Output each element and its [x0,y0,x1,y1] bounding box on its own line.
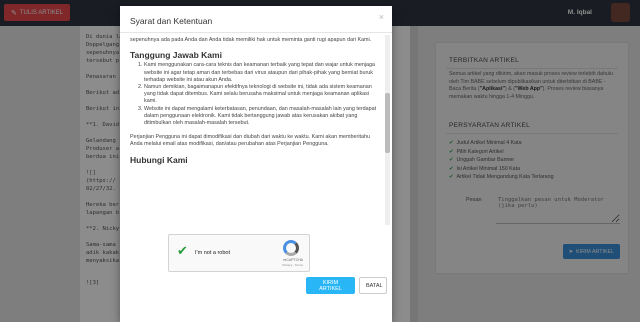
terms-content: sepenuhnya ada pada Anda dan Anda tidak … [130,33,378,164]
terms-paragraph: sepenuhnya ada pada Anda dan Anda tidak … [130,37,372,43]
recaptcha-terms[interactable]: Privacy - Terms [282,263,303,267]
terms-paragraph: Perjanjian Pengguna ini dapat dimodifika… [130,134,371,148]
checkmark-icon[interactable]: ✔ [177,243,188,259]
section-heading: Hubungi Kami [130,154,188,165]
responsibility-list: Kami menggunakan cara-cara teknis dan ke… [130,62,378,127]
list-item: Kami menggunakan cara-cara teknis dan ke… [144,62,378,84]
cancel-button[interactable]: BATAL [359,277,387,294]
terms-modal: Syarat dan Ketentuan × sepenuhnya ada pa… [120,6,392,322]
captcha-label: I'm not a robot [195,250,230,256]
recaptcha-logo-icon [283,240,299,256]
modal-scrollbar-thumb[interactable] [385,93,390,153]
list-item: Namun demikian, bagaimanapun efektifnya … [144,84,378,106]
terms-scroll-area[interactable]: sepenuhnya ada pada Anda dan Anda tidak … [120,33,392,229]
close-icon[interactable]: × [379,12,384,22]
recaptcha-brand: reCAPTCHA [283,258,303,262]
list-item: Website ini dapat mengalami keterbatasan… [144,106,378,128]
recaptcha-widget[interactable]: ✔ I'm not a robot reCAPTCHA Privacy - Te… [168,234,310,272]
modal-title: Syarat dan Ketentuan [130,16,213,26]
submit-article-button[interactable]: KIRIM ARTIKEL [306,277,355,294]
section-heading: Tanggung Jawab Kami [130,50,222,61]
